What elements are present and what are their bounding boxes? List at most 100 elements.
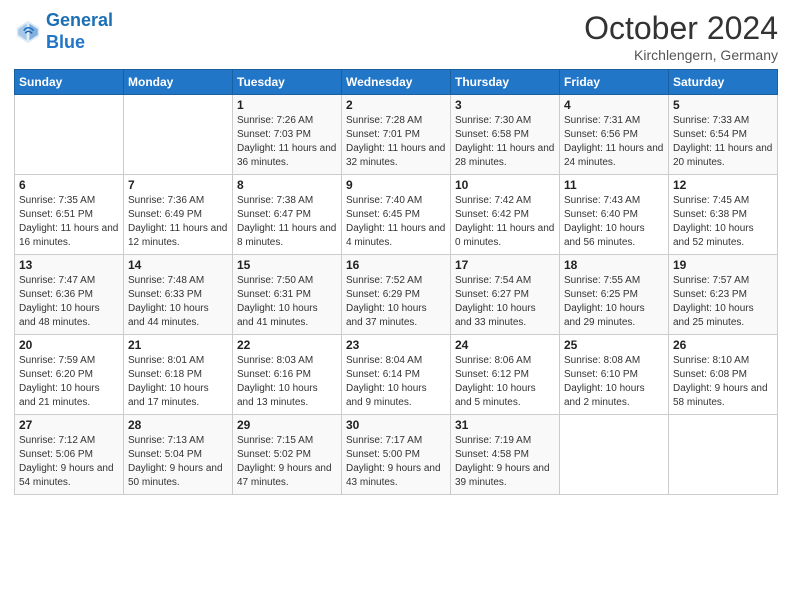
day-info: Sunrise: 7:35 AMSunset: 6:51 PMDaylight:… — [19, 194, 119, 250]
day-info: Sunrise: 8:03 AMSunset: 6:16 PMDaylight:… — [237, 354, 337, 410]
header-row: Sunday Monday Tuesday Wednesday Thursday… — [15, 70, 778, 95]
day-info: Sunrise: 7:36 AMSunset: 6:49 PMDaylight:… — [128, 194, 228, 250]
cell-4-0: 27 Sunrise: 7:12 AMSunset: 5:06 PMDayligh… — [15, 415, 124, 495]
day-info: Sunrise: 7:50 AMSunset: 6:31 PMDaylight:… — [237, 274, 337, 330]
day-number: 20 — [19, 338, 119, 352]
header-thursday: Thursday — [451, 70, 560, 95]
cell-0-3: 2Sunrise: 7:28 AMSunset: 7:01 PMDaylight… — [342, 95, 451, 175]
day-info: Sunrise: 7:26 AMSunset: 7:03 PMDaylight:… — [237, 114, 337, 170]
day-number: 5 — [673, 98, 773, 112]
day-number: 19 — [673, 258, 773, 272]
header-saturday: Saturday — [669, 70, 778, 95]
header-tuesday: Tuesday — [233, 70, 342, 95]
main-container: General Blue October 2024 Kirchlengern, … — [0, 0, 792, 503]
cell-3-5: 25Sunrise: 8:08 AMSunset: 6:10 PMDayligh… — [560, 335, 669, 415]
header-sunday: Sunday — [15, 70, 124, 95]
header-wednesday: Wednesday — [342, 70, 451, 95]
cell-3-1: 21 Sunrise: 8:01 AMSunset: 6:18 PMDayligh… — [124, 335, 233, 415]
cell-3-6: 26 Sunrise: 8:10 AMSunset: 6:08 PMDayligh… — [669, 335, 778, 415]
day-info: Sunrise: 7:48 AMSunset: 6:33 PMDaylight:… — [128, 274, 228, 330]
month-title: October 2024 — [584, 10, 778, 47]
cell-0-0 — [15, 95, 124, 175]
day-number: 1 — [237, 98, 337, 112]
logo-line1: General — [46, 10, 113, 30]
location: Kirchlengern, Germany — [584, 47, 778, 63]
day-info: Sunrise: 8:10 AMSunset: 6:08 PMDaylight:… — [673, 354, 773, 410]
week-row-1: 6 Sunrise: 7:35 AMSunset: 6:51 PMDaylight… — [15, 175, 778, 255]
day-number: 31 — [455, 418, 555, 432]
cell-3-4: 24 Sunrise: 8:06 AMSunset: 6:12 PMDayligh… — [451, 335, 560, 415]
day-info: Sunrise: 7:55 AMSunset: 6:25 PMDaylight:… — [564, 274, 664, 330]
day-number: 26 — [673, 338, 773, 352]
day-number: 13 — [19, 258, 119, 272]
cell-4-2: 29Sunrise: 7:15 AMSunset: 5:02 PMDayligh… — [233, 415, 342, 495]
day-info: Sunrise: 7:17 AMSunset: 5:00 PMDaylight:… — [346, 434, 446, 490]
cell-3-2: 22 Sunrise: 8:03 AMSunset: 6:16 PMDayligh… — [233, 335, 342, 415]
day-info: Sunrise: 7:12 AMSunset: 5:06 PMDaylight:… — [19, 434, 119, 490]
cell-2-3: 16Sunrise: 7:52 AMSunset: 6:29 PMDayligh… — [342, 255, 451, 335]
cell-2-0: 13 Sunrise: 7:47 AMSunset: 6:36 PMDayligh… — [15, 255, 124, 335]
day-info: Sunrise: 7:47 AMSunset: 6:36 PMDaylight:… — [19, 274, 119, 330]
week-row-2: 13 Sunrise: 7:47 AMSunset: 6:36 PMDayligh… — [15, 255, 778, 335]
cell-2-2: 15 Sunrise: 7:50 AMSunset: 6:31 PMDayligh… — [233, 255, 342, 335]
week-row-3: 20 Sunrise: 7:59 AMSunset: 6:20 PMDayligh… — [15, 335, 778, 415]
cell-4-5 — [560, 415, 669, 495]
cell-4-3: 30 Sunrise: 7:17 AMSunset: 5:00 PMDayligh… — [342, 415, 451, 495]
header-monday: Monday — [124, 70, 233, 95]
cell-0-2: 1 Sunrise: 7:26 AMSunset: 7:03 PMDaylight… — [233, 95, 342, 175]
day-number: 15 — [237, 258, 337, 272]
cell-4-1: 28 Sunrise: 7:13 AMSunset: 5:04 PMDayligh… — [124, 415, 233, 495]
week-row-4: 27 Sunrise: 7:12 AMSunset: 5:06 PMDayligh… — [15, 415, 778, 495]
day-number: 6 — [19, 178, 119, 192]
day-info: Sunrise: 7:38 AMSunset: 6:47 PMDaylight:… — [237, 194, 337, 250]
day-number: 27 — [19, 418, 119, 432]
cell-1-2: 8 Sunrise: 7:38 AMSunset: 6:47 PMDaylight… — [233, 175, 342, 255]
cell-4-6 — [669, 415, 778, 495]
cell-3-0: 20 Sunrise: 7:59 AMSunset: 6:20 PMDayligh… — [15, 335, 124, 415]
cell-0-4: 3Sunrise: 7:30 AMSunset: 6:58 PMDaylight… — [451, 95, 560, 175]
day-number: 12 — [673, 178, 773, 192]
day-info: Sunrise: 8:08 AMSunset: 6:10 PMDaylight:… — [564, 354, 664, 410]
day-number: 4 — [564, 98, 664, 112]
day-info: Sunrise: 7:13 AMSunset: 5:04 PMDaylight:… — [128, 434, 228, 490]
day-info: Sunrise: 7:40 AMSunset: 6:45 PMDaylight:… — [346, 194, 446, 250]
header: General Blue October 2024 Kirchlengern, … — [14, 10, 778, 63]
day-info: Sunrise: 8:01 AMSunset: 6:18 PMDaylight:… — [128, 354, 228, 410]
day-number: 23 — [346, 338, 446, 352]
cell-1-5: 11Sunrise: 7:43 AMSunset: 6:40 PMDayligh… — [560, 175, 669, 255]
day-number: 24 — [455, 338, 555, 352]
day-number: 28 — [128, 418, 228, 432]
calendar-table: Sunday Monday Tuesday Wednesday Thursday… — [14, 69, 778, 495]
cell-0-1 — [124, 95, 233, 175]
logo-text: General Blue — [46, 10, 113, 53]
cell-2-1: 14Sunrise: 7:48 AMSunset: 6:33 PMDayligh… — [124, 255, 233, 335]
logo-line2: Blue — [46, 32, 113, 54]
day-info: Sunrise: 7:57 AMSunset: 6:23 PMDaylight:… — [673, 274, 773, 330]
day-number: 21 — [128, 338, 228, 352]
day-number: 16 — [346, 258, 446, 272]
day-info: Sunrise: 8:06 AMSunset: 6:12 PMDaylight:… — [455, 354, 555, 410]
day-info: Sunrise: 7:31 AMSunset: 6:56 PMDaylight:… — [564, 114, 664, 170]
day-info: Sunrise: 7:19 AMSunset: 4:58 PMDaylight:… — [455, 434, 555, 490]
cell-2-5: 18 Sunrise: 7:55 AMSunset: 6:25 PMDayligh… — [560, 255, 669, 335]
header-friday: Friday — [560, 70, 669, 95]
day-number: 8 — [237, 178, 337, 192]
cell-2-6: 19 Sunrise: 7:57 AMSunset: 6:23 PMDayligh… — [669, 255, 778, 335]
day-number: 18 — [564, 258, 664, 272]
day-number: 11 — [564, 178, 664, 192]
day-number: 30 — [346, 418, 446, 432]
logo-icon — [14, 18, 42, 46]
day-number: 10 — [455, 178, 555, 192]
day-info: Sunrise: 7:33 AMSunset: 6:54 PMDaylight:… — [673, 114, 773, 170]
day-number: 22 — [237, 338, 337, 352]
day-info: Sunrise: 7:59 AMSunset: 6:20 PMDaylight:… — [19, 354, 119, 410]
day-number: 29 — [237, 418, 337, 432]
week-row-0: 1 Sunrise: 7:26 AMSunset: 7:03 PMDaylight… — [15, 95, 778, 175]
logo: General Blue — [14, 10, 113, 53]
cell-2-4: 17Sunrise: 7:54 AMSunset: 6:27 PMDayligh… — [451, 255, 560, 335]
cell-1-0: 6 Sunrise: 7:35 AMSunset: 6:51 PMDaylight… — [15, 175, 124, 255]
day-info: Sunrise: 7:28 AMSunset: 7:01 PMDaylight:… — [346, 114, 446, 170]
day-number: 3 — [455, 98, 555, 112]
cell-3-3: 23Sunrise: 8:04 AMSunset: 6:14 PMDayligh… — [342, 335, 451, 415]
day-info: Sunrise: 7:42 AMSunset: 6:42 PMDaylight:… — [455, 194, 555, 250]
